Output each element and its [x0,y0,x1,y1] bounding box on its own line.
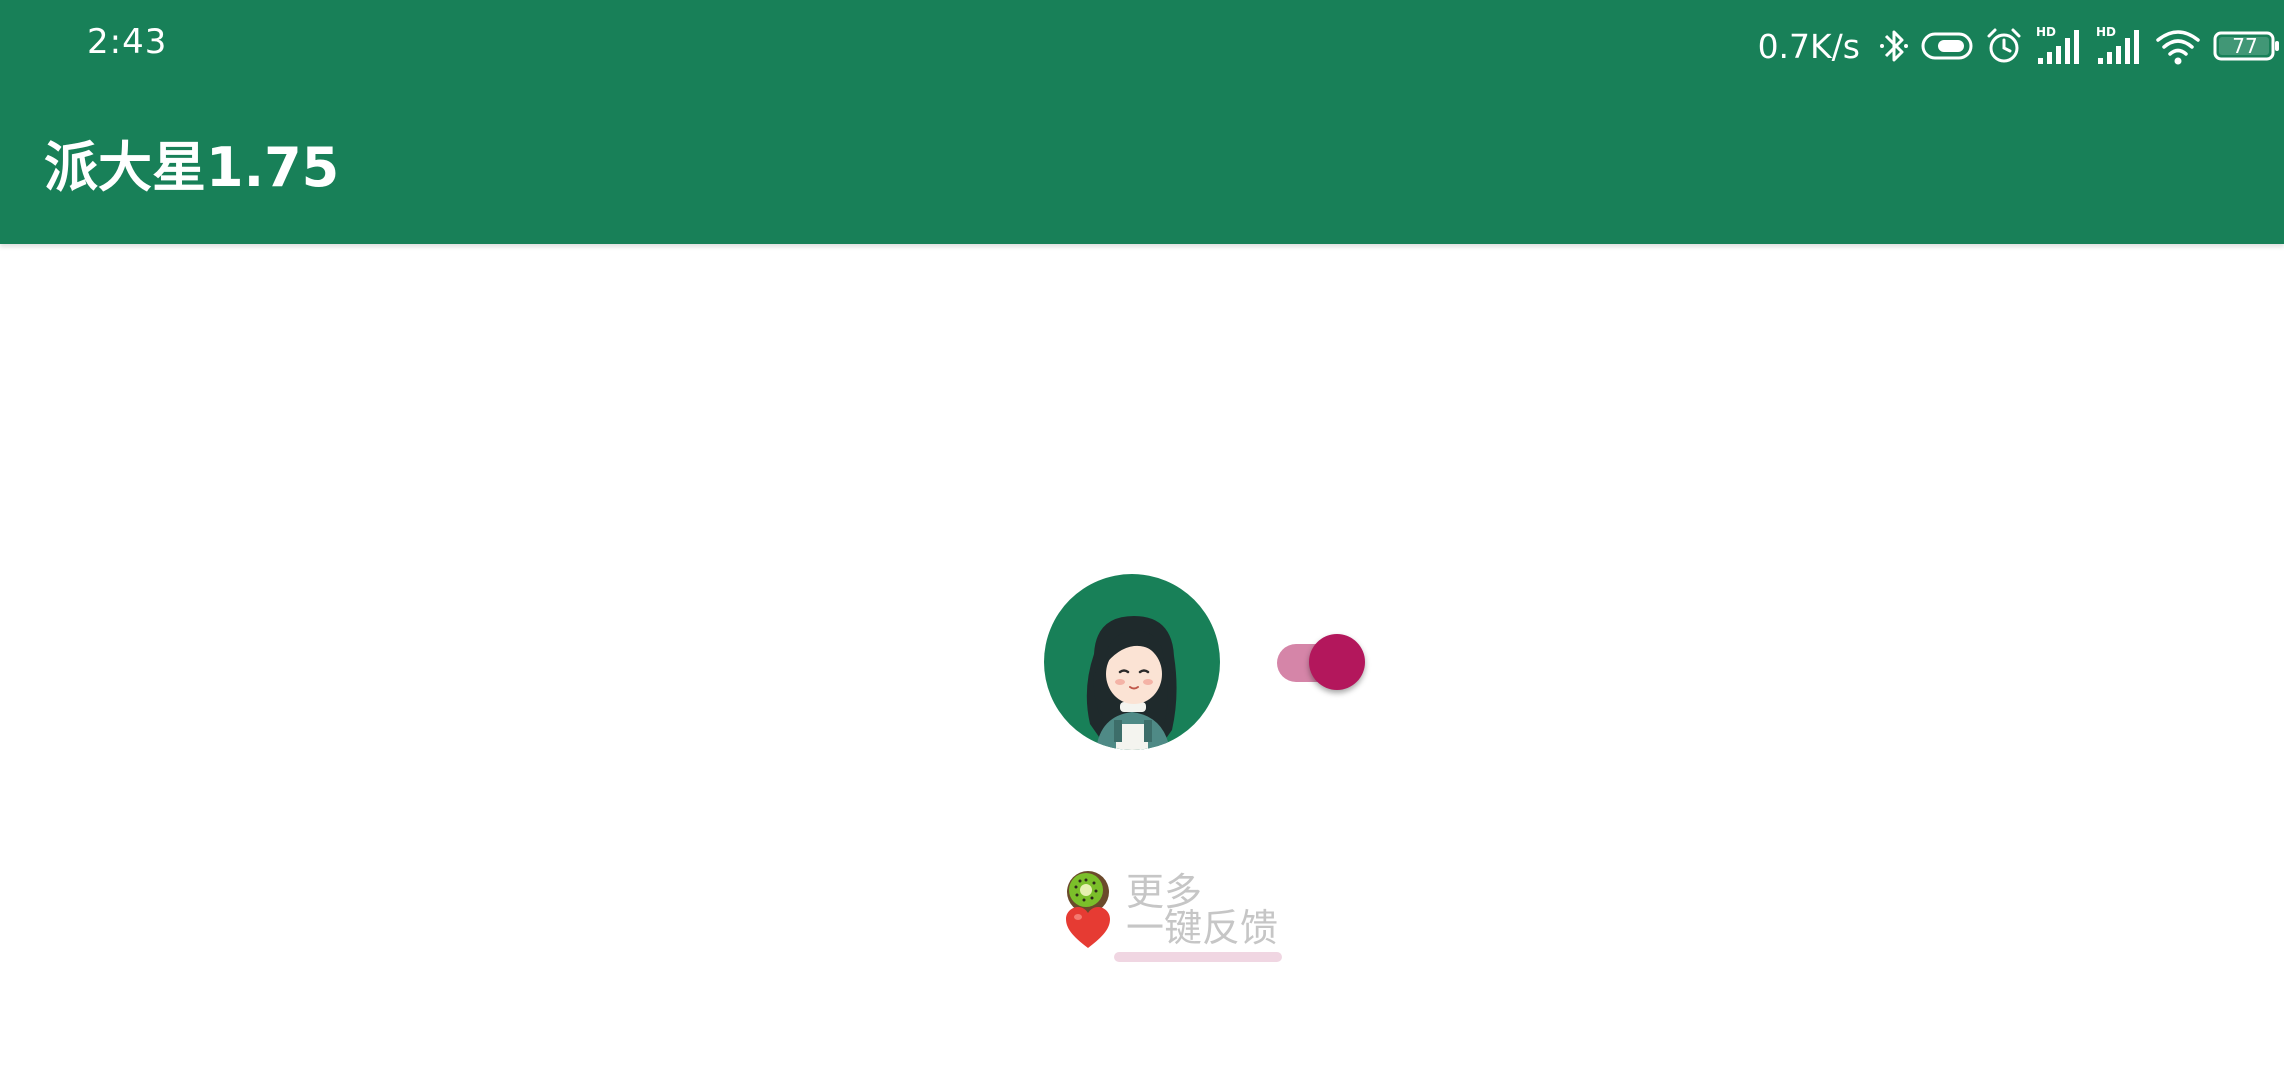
status-bar: 2:43 0.7K/s HD HD 77 [0,0,2284,90]
app-header: 2:43 0.7K/s HD HD 77 派大星1.75 [0,0,2284,244]
app-title: 派大星1.75 [44,136,340,199]
bluetooth-icon [1878,24,1910,68]
svg-text:HD: HD [2036,25,2056,39]
avatar[interactable] [1044,574,1220,750]
avatar-illustration [1086,616,1177,750]
feedback-links: 更多 一键反馈 [1064,868,1294,968]
signal-hd-icon: HD [2034,24,2084,68]
status-icons: 0.7K/s HD HD 77 [1758,18,2282,74]
feedback-underline [1114,952,1282,962]
switch-thumb [1309,634,1365,690]
toggle-icon [1920,24,1974,68]
status-time: 2:43 [87,22,168,62]
battery-level: 77 [2232,34,2258,58]
signal-hd-icon: HD [2094,24,2144,68]
feedback-link[interactable]: 一键反馈 [1126,908,1278,948]
wifi-icon [2154,24,2202,68]
heart-icon [1064,904,1112,952]
svg-text:HD: HD [2096,25,2116,39]
alarm-icon [1984,24,2024,68]
toggle-switch[interactable] [1277,632,1367,694]
net-speed: 0.7K/s [1757,26,1860,66]
battery-icon: 77 [2212,24,2282,68]
